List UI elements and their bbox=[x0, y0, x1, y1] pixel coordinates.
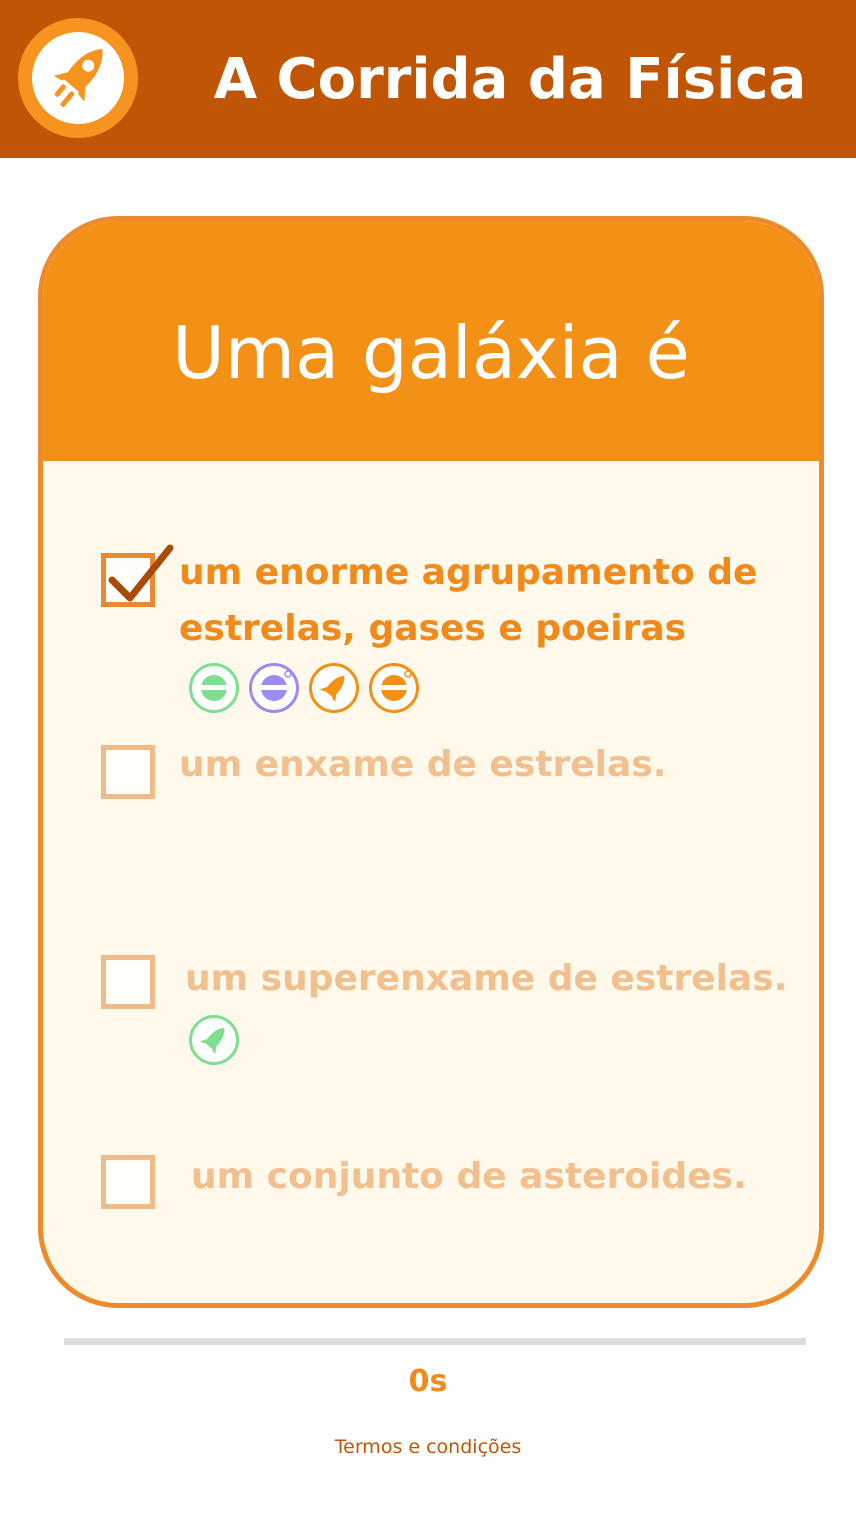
purple-planet-icon bbox=[249, 663, 299, 713]
answer-checkbox-3[interactable] bbox=[101, 955, 155, 1009]
answer-option-3[interactable]: um superenxame de estrelas. bbox=[43, 947, 819, 1077]
answer-label-2: um enxame de estrelas. bbox=[179, 744, 667, 785]
orange-rocket-icon bbox=[309, 663, 359, 713]
answer-option-4[interactable]: um conjunto de asteroides. bbox=[43, 1147, 819, 1227]
orange-planet-icon bbox=[369, 663, 419, 713]
checkmark-icon bbox=[108, 544, 174, 602]
answer-option-1[interactable]: um enorme agrupamento de estrelas, gases… bbox=[43, 541, 819, 721]
answer-checkbox-2[interactable] bbox=[101, 745, 155, 799]
answer-checkbox-4[interactable] bbox=[101, 1155, 155, 1209]
timer-readout: 0s bbox=[408, 1364, 448, 1399]
answer-label-4: um conjunto de asteroides. bbox=[191, 1156, 747, 1197]
answer-checkbox-1[interactable] bbox=[101, 544, 174, 607]
answer-label-1: um enorme agrupamento de estrelas, gases… bbox=[179, 552, 758, 649]
answer-option-2[interactable]: um enxame de estrelas. bbox=[43, 737, 819, 817]
question-header: Uma galáxia é bbox=[43, 221, 819, 461]
green-rocket-icon bbox=[189, 1015, 239, 1065]
app-header: A Corrida da Física bbox=[0, 0, 856, 158]
answer-label-3: um superenxame de estrelas. bbox=[185, 958, 788, 999]
question-card: Uma galáxia é um enorme agrupamento de e… bbox=[38, 216, 824, 1308]
rocket-icon bbox=[18, 18, 138, 138]
terms-link[interactable]: Termos e condições bbox=[0, 1436, 856, 1458]
question-text: Uma galáxia é bbox=[172, 311, 690, 395]
green-planet-icon bbox=[189, 663, 239, 713]
app-title: A Corrida da Física bbox=[213, 47, 807, 112]
timer-progress-bar bbox=[64, 1338, 806, 1345]
